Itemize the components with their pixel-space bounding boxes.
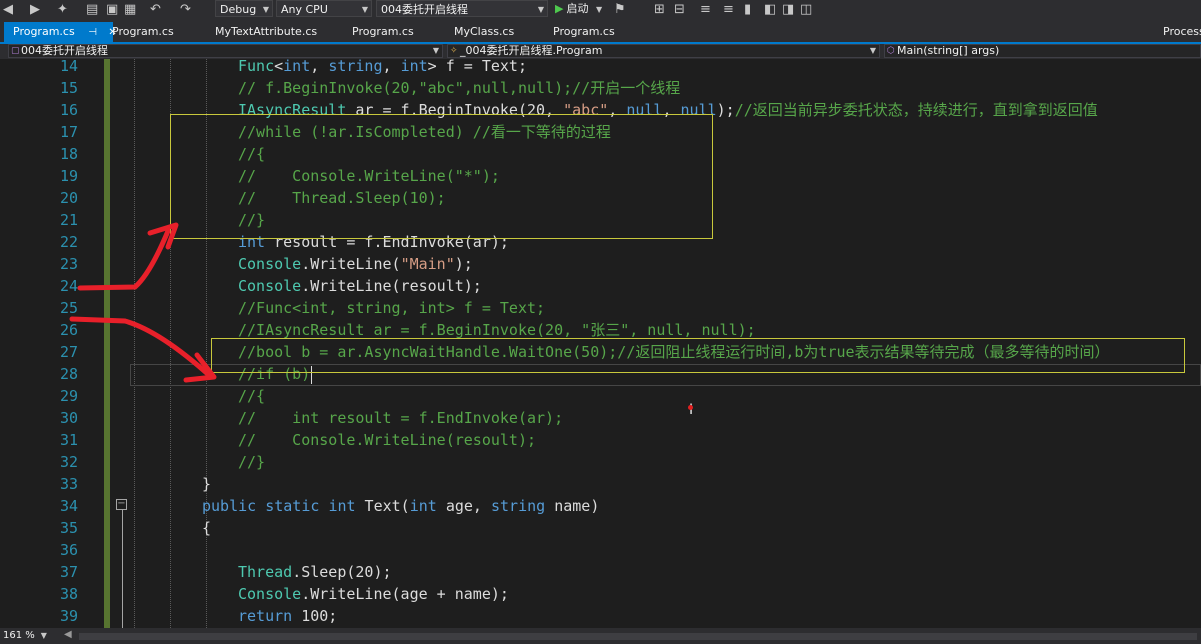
align-left-icon[interactable]: ≡	[700, 2, 711, 18]
next-bookmark-icon[interactable]: ◨	[782, 2, 794, 18]
class-nav-value: _004委托开启线程.Program	[460, 44, 603, 57]
tab-label: MyTextAttribute.cs	[215, 25, 318, 38]
toolbar: ◀ ▶ ✦ ▤ ▣ ▦ ↶ ↷ Debug ▼ Any CPU ▼ 004委托开…	[0, 0, 1201, 22]
tab-label: MyClass.cs	[454, 25, 515, 38]
startup-project-select[interactable]: 004委托开启线程 ▼	[376, 0, 548, 17]
play-icon: ▶	[555, 2, 564, 15]
platform-value: Any CPU	[281, 3, 328, 16]
redo-icon[interactable]: ↷	[180, 2, 191, 18]
arrow-stroke-lower	[69, 316, 213, 379]
method-icon: ⬡	[887, 46, 895, 56]
attach-icon[interactable]: ⚑	[614, 2, 626, 18]
scroll-left-icon[interactable]: ◀	[64, 629, 72, 640]
arrow-stroke-upper	[77, 228, 171, 291]
solution-config-value: Debug	[220, 3, 257, 16]
zoom-select[interactable]: 161 % ▼	[3, 628, 47, 642]
save-icon[interactable]: ▣	[106, 2, 118, 18]
forward-icon[interactable]: ▶	[30, 2, 40, 18]
open-folder-icon[interactable]: ▤	[86, 2, 98, 18]
document-tabs: Program.cs ⊣ ✕ Program.cs MyTextAttribut…	[0, 22, 1201, 44]
platform-select[interactable]: Any CPU ▼	[276, 0, 372, 17]
new-project-icon[interactable]: ✦	[57, 2, 68, 18]
align-right-icon[interactable]: ≡	[723, 2, 734, 18]
project-nav-value: 004委托开启线程	[21, 44, 108, 57]
properties-icon[interactable]: ⊟	[674, 2, 685, 18]
tab-program-cs-4[interactable]: Program.cs	[553, 22, 615, 42]
tab-program-cs-2[interactable]: Program.cs	[112, 22, 174, 42]
member-nav-select[interactable]: ⬡ Main(string[] args)	[884, 44, 1201, 58]
back-icon[interactable]: ◀	[3, 2, 13, 18]
horizontal-scrollbar[interactable]	[79, 633, 1197, 640]
zoom-value: 161 %	[3, 630, 35, 641]
mouse-ibeam-cursor: I	[688, 402, 694, 418]
chevron-down-icon: ▼	[40, 631, 47, 640]
solution-explorer-icon[interactable]: ⊞	[654, 2, 665, 18]
chevron-down-icon: ▼	[595, 5, 603, 14]
cursor-dot	[688, 405, 693, 410]
project-nav-select[interactable]: ▢ 004委托开启线程 ▼	[8, 44, 443, 58]
editor-status-bar: 161 % ▼ ◀	[0, 628, 1201, 644]
code-editor[interactable]: 14 15 16 17 18 19 20 21 22 23 24 25 26 27 28 29 30 31 32 33…	[0, 59, 1201, 628]
chevron-down-icon: ▼	[432, 46, 439, 55]
startup-project-value: 004委托开启线程	[381, 3, 468, 16]
chevron-down-icon: ▼	[262, 5, 269, 14]
tab-program-cs-active[interactable]: Program.cs ⊣ ✕	[4, 22, 117, 42]
chevron-down-icon: ▼	[537, 5, 544, 14]
chevron-down-icon: ▼	[869, 46, 876, 55]
navigation-bar: ▢ 004委托开启线程 ▼ ✧ _004委托开启线程.Program ▼ ⬡ M…	[0, 44, 1201, 59]
clear-bookmarks-icon[interactable]: ◫	[800, 2, 812, 18]
tab-label: Program.cs	[352, 25, 414, 38]
tab-label: Program.cs	[553, 25, 615, 38]
tab-mytextattribute-cs[interactable]: MyTextAttribute.cs	[215, 22, 317, 42]
class-nav-select[interactable]: ✧ _004委托开启线程.Program ▼	[447, 44, 880, 58]
tab-process[interactable]: Process	[1163, 22, 1201, 42]
solution-config-select[interactable]: Debug ▼	[215, 0, 273, 17]
bookmark-icon[interactable]: ▮	[744, 2, 751, 18]
save-all-icon[interactable]: ▦	[124, 2, 136, 18]
tab-label: Process	[1163, 25, 1201, 38]
tab-label: Program.cs	[112, 25, 174, 38]
csharp-project-icon: ▢	[11, 46, 20, 56]
tab-program-cs-3[interactable]: Program.cs	[352, 22, 414, 42]
tab-myclass-cs[interactable]: MyClass.cs	[454, 22, 514, 42]
start-label: 启动	[566, 2, 589, 15]
member-nav-value: Main(string[] args)	[897, 44, 1000, 57]
undo-icon[interactable]: ↶	[150, 2, 161, 18]
prev-bookmark-icon[interactable]: ◧	[764, 2, 776, 18]
pin-icon[interactable]: ⊣	[88, 27, 97, 38]
red-annotation-arrows	[69, 222, 217, 383]
tab-label: Program.cs	[13, 25, 75, 38]
chevron-down-icon: ▼	[361, 5, 368, 14]
start-button[interactable]: ▶ 启动 ▼	[555, 0, 602, 17]
class-icon: ✧	[450, 46, 458, 56]
